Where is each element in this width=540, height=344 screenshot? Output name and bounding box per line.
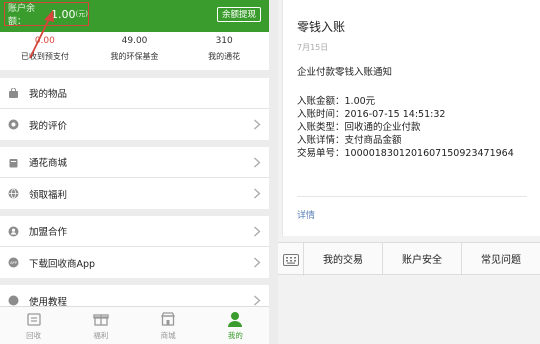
tab-label: 回收 (26, 331, 42, 340)
menu-item-download-app[interactable]: APP 下载回收商App (0, 247, 269, 278)
svg-text:APP: APP (10, 261, 18, 265)
chevron-right-icon (254, 119, 261, 130)
wallet-screen: 账户余额： 1.00 (元) 余额提现 0.00 已收到预支付 49.00 我的… (0, 0, 269, 344)
menu-item-label: 我的评价 (29, 120, 68, 132)
menu-faq[interactable]: 常见问题 (462, 243, 540, 274)
stat-label: 我的通花 (208, 52, 241, 61)
wallet-header: 账户余额： 1.00 (元) 余额提现 (0, 0, 269, 32)
notification-screen: 零钱入账 7月15日 企业付款零钱入账通知 入账金额：1.00元 入账时间：20… (278, 0, 540, 344)
globe-icon (7, 188, 19, 200)
menu-item-tonghua-mall[interactable]: 通花商城 (0, 147, 269, 178)
tab-label: 我的 (227, 331, 243, 340)
chevron-right-icon (254, 295, 261, 306)
chevron-right-icon (254, 226, 261, 237)
keyboard-icon (282, 253, 299, 266)
card-divider (297, 196, 527, 197)
notice-heading: 企业付款零钱入账通知 (297, 67, 393, 78)
tab-recycle[interactable]: 回收 (0, 307, 67, 344)
menu-item-label: 我的物品 (29, 89, 68, 100)
menu-item-label: 通花商城 (29, 158, 68, 169)
withdraw-button[interactable]: 余额提现 (216, 7, 261, 22)
stat-label: 我的环保基金 (110, 52, 159, 61)
detail-value: 1000018301201607150923471964 (344, 148, 514, 159)
notice-title: 零钱入账 (297, 20, 346, 34)
details-link[interactable]: 详情 (297, 208, 315, 221)
detail-time: 入账时间：2016-07-15 14:51:32 (297, 106, 445, 120)
menu-item-claim-benefits[interactable]: 领取福利 (0, 178, 269, 209)
recycle-icon (26, 313, 41, 326)
keyboard-toggle[interactable] (278, 243, 304, 276)
menu-item-my-reviews[interactable]: 我的评价 (0, 109, 269, 140)
bag-icon (7, 87, 19, 99)
user-add-icon (7, 225, 19, 237)
detail-amount: 入账金额：1.00元 (297, 93, 375, 107)
balance-unit: (元) (75, 10, 88, 18)
tab-mall[interactable]: 商城 (135, 307, 202, 344)
detail-type: 入账类型：回收通的企业付款 (297, 119, 421, 133)
stat-tonghua[interactable]: 310 我的通花 (179, 32, 269, 70)
payment-notice-card[interactable]: 零钱入账 7月15日 企业付款零钱入账通知 入账金额：1.00元 入账时间：20… (282, 0, 540, 236)
official-account-menu: 我的交易 账户安全 常见问题 (278, 242, 540, 276)
balance-label: 账户余额： (8, 4, 36, 27)
stat-value: 0.00 (34, 36, 55, 46)
menu-group-mall: 通花商城 领取福利 (0, 147, 269, 209)
detail-order-no: 交易单号：1000018301201607150923471964 (297, 145, 514, 159)
chevron-right-icon (254, 257, 261, 268)
menu-item-label: 加盟合作 (29, 227, 68, 238)
stats-row: 0.00 已收到预支付 49.00 我的环保基金 310 我的通花 (0, 32, 269, 70)
stat-prepaid[interactable]: 0.00 已收到预支付 (0, 32, 90, 70)
chevron-right-icon (254, 157, 261, 168)
notice-date: 7月15日 (297, 43, 329, 52)
menu-item-join[interactable]: 加盟合作 (0, 216, 269, 247)
app-icon: APP (7, 257, 19, 269)
tab-benefits[interactable]: 福利 (67, 307, 134, 344)
book-icon (7, 295, 19, 307)
tab-label: 商城 (160, 331, 176, 340)
store-icon (161, 312, 176, 326)
menu-group-items: 我的物品 我的评价 (0, 78, 269, 140)
menu-item-my-goods[interactable]: 我的物品 (0, 78, 269, 109)
user-icon (228, 312, 243, 327)
detail-label: 交易单号： (297, 148, 345, 159)
menu-group-partner: 加盟合作 APP 下载回收商App (0, 216, 269, 278)
comment-icon (7, 119, 19, 131)
menu-account-security[interactable]: 账户安全 (383, 243, 462, 274)
bottom-tab-bar: 回收 福利 商城 我的 (0, 306, 269, 344)
stat-label: 已收到预支付 (20, 52, 69, 61)
tab-label: 福利 (93, 331, 109, 340)
stat-eco-fund[interactable]: 49.00 我的环保基金 (90, 32, 180, 70)
menu-my-transactions[interactable]: 我的交易 (304, 243, 383, 274)
menu-item-label: 领取福利 (29, 189, 68, 201)
shopping-bag-icon (7, 156, 19, 168)
balance-highlight-box: 账户余额： 1.00 (元) (4, 2, 89, 27)
menu-item-label: 下载回收商App (29, 258, 96, 270)
stat-value: 49.00 (121, 36, 148, 46)
chevron-right-icon (254, 188, 261, 199)
gift-icon (93, 314, 109, 326)
stat-value: 310 (215, 36, 233, 46)
balance-value: 1.00 (51, 7, 76, 21)
detail-info: 入账详情：支付商品金额 (297, 132, 402, 146)
tab-mine[interactable]: 我的 (202, 307, 269, 344)
